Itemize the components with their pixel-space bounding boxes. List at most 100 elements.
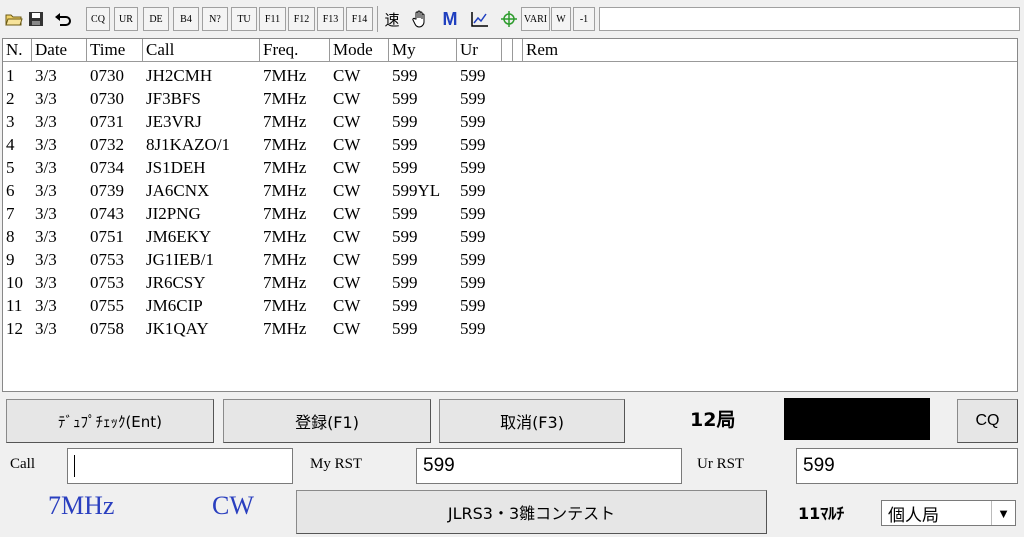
chart-icon[interactable] <box>470 7 490 31</box>
cell-mode: CW <box>333 273 361 292</box>
cell-number: 4 <box>6 135 15 154</box>
cell-mode: CW <box>333 66 361 85</box>
toolbar-f12-button[interactable]: F12 <box>288 7 315 31</box>
cq-button[interactable]: CQ <box>957 399 1018 443</box>
multiplier-count: 11ﾏﾙﾁ <box>798 504 845 523</box>
call-input[interactable] <box>67 448 293 484</box>
header-extra-1[interactable] <box>502 39 513 62</box>
table-row[interactable]: 7 3/3 0743 JI2PNG 7MHz CW 599 599 <box>3 202 1017 225</box>
cell-mode: CW <box>333 181 361 200</box>
contest-name-button[interactable]: JLRS3・3雛コンテスト <box>296 490 767 534</box>
cell-mode: CW <box>333 227 361 246</box>
text-caret <box>74 455 75 477</box>
toolbar-ur-button[interactable]: UR <box>114 7 138 31</box>
table-row[interactable]: 5 3/3 0734 JS1DEH 7MHz CW 599 599 <box>3 156 1017 179</box>
hand-icon[interactable] <box>410 7 430 31</box>
cell-mode: CW <box>333 250 361 269</box>
vari-button[interactable]: VARI <box>521 7 550 31</box>
cell-call: JI2PNG <box>146 204 201 223</box>
toolbar-tu-button[interactable]: TU <box>231 7 257 31</box>
cell-my-rst: 599 <box>392 204 418 223</box>
save-disk-icon[interactable] <box>26 7 46 31</box>
header-ur-rst[interactable]: Ur <box>457 39 502 62</box>
register-button[interactable]: 登録(F1) <box>223 399 431 443</box>
cell-call: JM6CIP <box>146 296 203 315</box>
cell-ur-rst: 599 <box>460 204 486 223</box>
toolbar-n-query-button[interactable]: N? <box>202 7 228 31</box>
cell-call: JG1IEB/1 <box>146 250 214 269</box>
header-mode[interactable]: Mode <box>330 39 389 62</box>
w-button[interactable]: W <box>551 7 571 31</box>
cell-ur-rst: 599 <box>460 135 486 154</box>
table-row[interactable]: 6 3/3 0739 JA6CNX 7MHz CW 599YL 599 <box>3 179 1017 202</box>
toolbar-text-input[interactable] <box>599 7 1020 31</box>
toolbar-de-button[interactable]: DE <box>143 7 169 31</box>
table-row[interactable]: 11 3/3 0755 JM6CIP 7MHz CW 599 599 <box>3 294 1017 317</box>
m-button[interactable]: M <box>439 7 461 31</box>
chevron-down-icon[interactable]: ▼ <box>991 501 1015 525</box>
cell-ur-rst: 599 <box>460 112 486 131</box>
header-time[interactable]: Time <box>87 39 143 62</box>
cell-freq: 7MHz <box>263 273 307 292</box>
cell-number: 7 <box>6 204 15 223</box>
cell-date: 3/3 <box>35 250 57 269</box>
cell-mode: CW <box>333 135 361 154</box>
header-number[interactable]: N. <box>3 39 32 62</box>
table-row[interactable]: 1 3/3 0730 JH2CMH 7MHz CW 599 599 <box>3 64 1017 87</box>
toolbar-f14-button[interactable]: F14 <box>346 7 373 31</box>
table-row[interactable]: 8 3/3 0751 JM6EKY 7MHz CW 599 599 <box>3 225 1017 248</box>
cell-mode: CW <box>333 204 361 223</box>
dupe-check-button[interactable]: ﾃﾞｭﾌﾟﾁｪｯｸ(Ent) <box>6 399 214 443</box>
category-select[interactable]: 個人局 ▼ <box>881 500 1016 526</box>
table-row[interactable]: 3 3/3 0731 JE3VRJ 7MHz CW 599 599 <box>3 110 1017 133</box>
open-folder-icon[interactable] <box>4 7 24 31</box>
cell-my-rst: 599 <box>392 273 418 292</box>
speed-button[interactable]: 速 <box>381 7 403 31</box>
cell-freq: 7MHz <box>263 204 307 223</box>
cell-freq: 7MHz <box>263 296 307 315</box>
undo-icon[interactable] <box>53 7 73 31</box>
cell-ur-rst: 599 <box>460 227 486 246</box>
cell-my-rst: 599YL <box>392 181 441 200</box>
cell-freq: 7MHz <box>263 158 307 177</box>
toolbar-f13-button[interactable]: F13 <box>317 7 344 31</box>
header-remarks[interactable]: Rem <box>523 39 1017 62</box>
table-row[interactable]: 4 3/3 0732 8J1KAZO/1 7MHz CW 599 599 <box>3 133 1017 156</box>
ur-rst-input[interactable]: 599 <box>796 448 1018 484</box>
table-row[interactable]: 2 3/3 0730 JF3BFS 7MHz CW 599 599 <box>3 87 1017 110</box>
cell-freq: 7MHz <box>263 89 307 108</box>
cancel-button[interactable]: 取消(F3) <box>439 399 625 443</box>
cell-time: 0753 <box>90 273 124 292</box>
cell-freq: 7MHz <box>263 135 307 154</box>
my-rst-input[interactable]: 599 <box>416 448 682 484</box>
header-freq[interactable]: Freq. <box>260 39 330 62</box>
cell-date: 3/3 <box>35 319 57 338</box>
cell-my-rst: 599 <box>392 227 418 246</box>
cell-call: JM6EKY <box>146 227 212 246</box>
cell-number: 12 <box>6 319 23 338</box>
toolbar-f11-button[interactable]: F11 <box>259 7 286 31</box>
header-extra-2[interactable] <box>513 39 523 62</box>
cell-mode: CW <box>333 89 361 108</box>
qso-log-grid[interactable]: N. Date Time Call Freq. Mode My Ur Rem 1… <box>2 38 1018 392</box>
cell-time: 0753 <box>90 250 124 269</box>
header-call[interactable]: Call <box>143 39 260 62</box>
table-row[interactable]: 12 3/3 0758 JK1QAY 7MHz CW 599 599 <box>3 317 1017 340</box>
header-date[interactable]: Date <box>32 39 87 62</box>
cell-number: 6 <box>6 181 15 200</box>
toolbar-b4-button[interactable]: B4 <box>173 7 199 31</box>
crosshair-icon[interactable] <box>499 7 519 31</box>
cell-my-rst: 599 <box>392 66 418 85</box>
minus-one-button[interactable]: -1 <box>573 7 595 31</box>
cell-call: 8J1KAZO/1 <box>146 135 231 154</box>
toolbar-cq-button[interactable]: CQ <box>86 7 110 31</box>
cell-call: JF3BFS <box>146 89 201 108</box>
table-row[interactable]: 9 3/3 0753 JG1IEB/1 7MHz CW 599 599 <box>3 248 1017 271</box>
ur-rst-label: Ur RST <box>697 456 745 472</box>
cell-call: JS1DEH <box>146 158 206 177</box>
table-row[interactable]: 10 3/3 0753 JR6CSY 7MHz CW 599 599 <box>3 271 1017 294</box>
header-my-rst[interactable]: My <box>389 39 457 62</box>
cell-date: 3/3 <box>35 112 57 131</box>
cell-ur-rst: 599 <box>460 66 486 85</box>
cell-my-rst: 599 <box>392 319 418 338</box>
